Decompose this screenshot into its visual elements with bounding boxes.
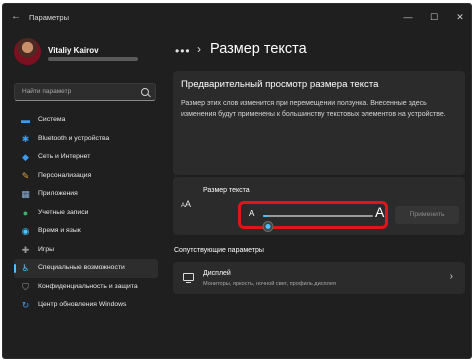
apps-icon: ▦: [21, 189, 30, 199]
sidebar-item[interactable]: ◉ Время и язык: [14, 222, 158, 241]
slider-fill: [263, 215, 268, 217]
chevron-right-icon: ›: [449, 271, 453, 282]
close-icon[interactable]: ✕: [453, 10, 467, 24]
wifi-icon: ◆: [22, 152, 29, 162]
minimize-icon[interactable]: —: [401, 10, 415, 24]
text-size-slider-highlight: A A: [238, 201, 388, 232]
user-email-redacted: [48, 57, 138, 61]
preview-body: Размер этих слов изменится при перемещен…: [181, 100, 446, 118]
page-title: Размер текста: [210, 41, 307, 57]
sidebar-item[interactable]: ♿ Специальные возможности: [14, 259, 158, 278]
sidebar-item-label: Персонализация: [38, 171, 92, 179]
breadcrumb-overflow[interactable]: •••: [175, 44, 191, 58]
sidebar-item-label: Приложения: [38, 190, 78, 197]
sidebar-item-label: Игры: [38, 245, 55, 253]
sidebar-item[interactable]: ⛉ Конфиденциальность и защита: [14, 278, 158, 297]
sidebar-item-label: Учетные записи: [38, 208, 89, 216]
text-size-label: Размер текста: [203, 187, 250, 194]
monitor-icon: [183, 273, 194, 284]
sidebar-item-label: Сеть и Интернет: [38, 153, 91, 160]
sidebar-item[interactable]: ✎ Персонализация: [14, 167, 158, 186]
sidebar-item[interactable]: ● Учетные записи: [14, 204, 158, 223]
update-icon: ↻: [21, 300, 30, 310]
back-arrow-icon[interactable]: ←: [11, 11, 23, 23]
gamepad-icon: ✚: [21, 244, 30, 255]
account-icon: ●: [22, 207, 29, 218]
sidebar-item[interactable]: ✱ Bluetooth и устройства: [14, 130, 158, 149]
bluetooth-icon: ✱: [21, 133, 30, 144]
search-field[interactable]: Найти параметр: [14, 83, 156, 101]
preview-title: Предварительный просмотр размера текста: [181, 79, 379, 90]
sidebar-item-label: Система: [38, 116, 66, 123]
slider-max-label: A: [375, 204, 385, 220]
sidebar-item[interactable]: ▦ Приложения: [14, 185, 158, 204]
sidebar-item-label: Конфиденциальность и защита: [38, 282, 138, 290]
accessibility-icon: ♿: [21, 263, 30, 273]
title-bar: ← Параметры — ☐ ✕: [3, 4, 471, 32]
maximize-icon[interactable]: ☐: [427, 10, 441, 24]
slider-thumb[interactable]: [262, 221, 274, 232]
sidebar-item[interactable]: ✚ Игры: [14, 241, 158, 260]
display-subtitle: Мониторы, яркость, ночной свет, профиль …: [203, 281, 336, 287]
avatar: [14, 38, 41, 65]
slider-min-label: A: [249, 209, 255, 218]
sidebar-item-label: Центр обновления Windows: [38, 301, 127, 308]
related-settings-heading: Сопутствующие параметры: [174, 247, 264, 254]
search-icon: [141, 88, 149, 96]
settings-window: ← Параметры — ☐ ✕ Vitaliy Kairov Найти п…: [2, 3, 472, 359]
user-name: Vitaliy Kairov: [48, 46, 99, 55]
sidebar-item[interactable]: ◆ Сеть и Интернет: [14, 148, 158, 167]
display-settings-link[interactable]: Дисплей Мониторы, яркость, ночной свет, …: [173, 262, 465, 294]
globe-icon: ◉: [21, 226, 30, 236]
shield-icon: ⛉: [22, 281, 29, 292]
sidebar-item-label: Bluetooth и устройства: [38, 134, 110, 142]
sidebar-item-label: Время и язык: [38, 227, 81, 234]
breadcrumb-separator: ›: [197, 42, 201, 56]
sidebar-item[interactable]: ↻ Центр обновления Windows: [14, 296, 158, 315]
display-title: Дисплей: [203, 270, 231, 277]
active-indicator: [14, 264, 16, 273]
sidebar-item-label: Специальные возможности: [38, 264, 125, 271]
brush-icon: ✎: [21, 170, 30, 181]
text-size-icon: AA: [181, 199, 192, 209]
window-title: Параметры: [29, 13, 69, 22]
sidebar-item[interactable]: ▬ Система: [14, 111, 158, 130]
search-placeholder: Найти параметр: [22, 88, 72, 95]
system-icon: ▬: [21, 115, 30, 125]
apply-button[interactable]: Применить: [395, 206, 459, 224]
text-size-card: AA Размер текста A A Применить: [173, 177, 465, 235]
text-size-slider[interactable]: [262, 215, 373, 232]
text-preview-card: Предварительный просмотр размера текста …: [173, 71, 465, 175]
